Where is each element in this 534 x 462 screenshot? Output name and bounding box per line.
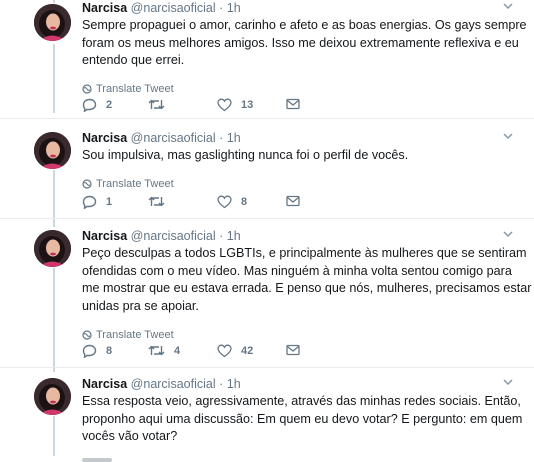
message-icon: [286, 195, 300, 207]
like-count: 13: [241, 99, 254, 111]
message-button[interactable]: [286, 195, 300, 207]
reply-button[interactable]: 1: [82, 195, 112, 209]
display-name[interactable]: Narcisa: [82, 229, 127, 243]
separator-dot: ·: [219, 377, 224, 391]
translate-tweet-link[interactable]: Translate Tweet: [82, 328, 514, 341]
user-handle[interactable]: @narcisaoficial: [131, 377, 216, 391]
tweet-text-line: me mostrar que eu estava errada. E penso…: [82, 281, 532, 295]
chevron-down-icon[interactable]: [502, 229, 514, 239]
retweet-count: 4: [174, 344, 181, 357]
like-button[interactable]: 42: [217, 344, 253, 358]
retweet-icon: [148, 196, 165, 207]
like-icon: [217, 98, 232, 112]
tweet-text: Peço desculpas a todos LGBTIs, e princip…: [82, 245, 532, 315]
tweet-divider: [0, 118, 534, 119]
reply-count: 1: [106, 196, 113, 208]
translate-tweet-link[interactable]: Translate Tweet: [82, 83, 514, 96]
timestamp[interactable]: 1h: [227, 1, 241, 15]
tweet[interactable]: Narcisa @narcisaoficial · 1h Sempre prop…: [0, 0, 534, 115]
tweet-actions: 2 13: [82, 98, 322, 114]
like-count: 8: [241, 196, 248, 208]
partial-next-content: [82, 458, 112, 462]
avatar[interactable]: [34, 132, 71, 169]
timestamp[interactable]: 1h: [227, 131, 241, 145]
reply-count: 8: [106, 345, 113, 357]
tweet-text-line: vocês vão votar?: [82, 429, 178, 443]
reply-count: 2: [106, 99, 113, 111]
user-handle[interactable]: @narcisaoficial: [131, 1, 216, 15]
display-name[interactable]: Narcisa: [82, 1, 127, 15]
tweet-text-line: Sempre propaguei o amor, carinho e afeto…: [82, 18, 527, 32]
globe-icon: [82, 179, 92, 189]
tweet-text-line: unidas pra se apoiar.: [82, 298, 199, 313]
tweet[interactable]: Narcisa @narcisaoficial · 1h Essa respos…: [0, 374, 534, 462]
retweet-icon: [148, 345, 165, 356]
tweet-text: Essa resposta veio, agressivamente, atra…: [82, 393, 523, 446]
timestamp[interactable]: 1h: [227, 377, 241, 391]
avatar[interactable]: [34, 378, 71, 415]
tweet-text-line: entendo que errei.: [82, 53, 185, 67]
retweet-button[interactable]: 4: [148, 344, 180, 357]
user-handle[interactable]: @narcisaoficial: [131, 229, 216, 243]
display-name[interactable]: Narcisa: [82, 377, 127, 391]
tweet-actions: 8 4 42: [82, 344, 322, 360]
translate-label: Translate Tweet: [96, 178, 174, 190]
reply-icon: [82, 98, 97, 112]
separator-dot: ·: [219, 1, 224, 15]
tweet-text-line: ofendidas com o meu vídeo. Mas ninguém à…: [82, 263, 512, 278]
tweet-text: Sou impulsiva, mas gaslighting nunca foi…: [82, 147, 514, 165]
translate-label: Translate Tweet: [96, 328, 174, 341]
retweet-button[interactable]: [148, 195, 174, 208]
chevron-down-icon[interactable]: [502, 1, 514, 11]
like-button[interactable]: 13: [217, 98, 253, 112]
retweet-button[interactable]: [148, 98, 174, 111]
reply-button[interactable]: 8: [82, 344, 112, 358]
reply-icon: [82, 195, 97, 209]
message-icon: [286, 98, 300, 110]
chevron-down-icon[interactable]: [502, 377, 514, 387]
like-icon: [217, 344, 232, 358]
like-icon: [217, 195, 232, 209]
reply-button[interactable]: 2: [82, 98, 112, 112]
retweet-icon: [148, 99, 165, 110]
tweet[interactable]: Narcisa @narcisaoficial · 1h Peço descul…: [0, 226, 534, 366]
message-icon: [286, 344, 300, 356]
timestamp[interactable]: 1h: [227, 229, 241, 243]
user-handle[interactable]: @narcisaoficial: [131, 131, 216, 145]
tweet-text: Sempre propaguei o amor, carinho e afeto…: [82, 17, 527, 70]
like-count: 42: [241, 345, 254, 357]
translate-label: Translate Tweet: [96, 83, 174, 95]
tweet-divider: [0, 367, 534, 368]
reply-icon: [82, 344, 97, 358]
globe-icon: [82, 84, 92, 94]
avatar[interactable]: [34, 4, 71, 41]
separator-dot: ·: [219, 131, 224, 145]
translate-tweet-link[interactable]: Translate Tweet: [82, 178, 514, 191]
avatar[interactable]: [34, 230, 71, 267]
message-button[interactable]: [286, 344, 300, 356]
tweet[interactable]: Narcisa @narcisaoficial · 1h Sou impulsi…: [0, 128, 534, 218]
separator-dot: ·: [219, 229, 224, 243]
display-name[interactable]: Narcisa: [82, 131, 127, 145]
tweet-text-line: foram os meus melhores amigos. Isso me d…: [82, 35, 519, 50]
like-button[interactable]: 8: [217, 195, 247, 209]
tweet-text-line: Sou impulsiva, mas gaslighting nunca foi…: [82, 148, 409, 162]
tweet-text-line: Peço desculpas a todos LGBTIs, e princip…: [82, 246, 527, 260]
globe-icon: [82, 329, 92, 340]
chevron-down-icon[interactable]: [502, 131, 514, 141]
tweet-text-line: Essa resposta veio, agressivamente, atra…: [82, 394, 521, 408]
tweet-text-line: proponho aqui uma discussão: Em quem eu …: [82, 411, 523, 426]
message-button[interactable]: [286, 98, 300, 110]
tweet-divider: [0, 218, 534, 219]
tweet-actions: 1 8: [82, 195, 322, 211]
